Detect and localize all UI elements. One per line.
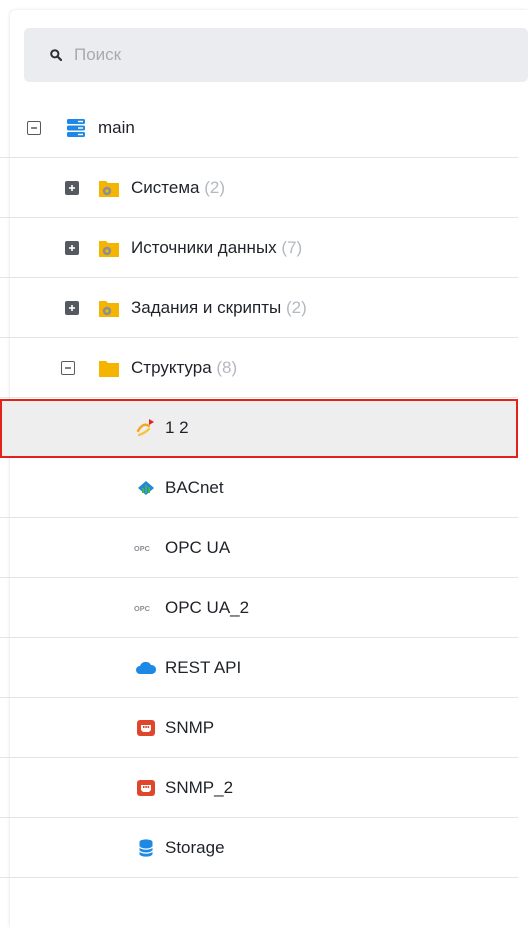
folder-gear-icon [98,237,120,259]
tree-node-label: SNMP [165,718,215,737]
tree-node-data-sources[interactable]: Источники данных (7) [0,219,518,278]
svg-text:OPC: OPC [134,604,151,613]
tree-node-label: Система [131,178,200,197]
tree-node-label: OPC UA [165,538,231,557]
folder-icon [98,357,120,379]
tree-node-label: 1 2 [165,418,189,437]
tree-node-label: REST API [165,658,242,677]
tree-item-storage[interactable]: Storage [0,819,518,878]
item-count: (2) [204,178,225,197]
tree-item-opc-ua-2[interactable]: OPC OPC UA_2 [0,579,518,638]
tree-item-opc-ua[interactable]: OPC OPC UA [0,519,518,578]
search-placeholder: Поиск [74,45,122,64]
expand-toggle[interactable] [65,241,79,255]
tree-node-structure[interactable]: Структура (8) [0,339,518,398]
item-count: (2) [285,298,307,317]
opc-icon: OPC [134,537,156,559]
tree-item-selected[interactable]: 1 2 [0,399,518,458]
server-stack-icon [65,117,87,139]
bacnet-icon [135,477,157,499]
tree-node-main[interactable]: main [0,99,518,158]
expand-toggle[interactable] [65,301,79,315]
tree-node-label: main [98,118,135,137]
snmp-icon [135,777,157,799]
database-icon [135,837,157,859]
search-icon [48,47,64,63]
tree-node-label: Источники данных [131,238,277,257]
tree-node-tasks-scripts[interactable]: Задания и скрипты (2) [0,279,518,338]
expand-toggle[interactable] [65,181,79,195]
tree-node-label: Задания и скрипты [131,298,282,317]
item-count: (8) [216,358,238,377]
opc-icon: OPC [134,597,156,619]
cloud-icon [135,657,157,679]
tree-item-snmp-2[interactable]: SNMP_2 [0,759,518,818]
tree-node-sistema[interactable]: Система (2) [0,159,518,218]
item-count: (7) [281,238,303,257]
tree-node-label: Storage [165,838,225,857]
folder-gear-icon [98,177,120,199]
snmp-icon [135,717,157,739]
tree-node-label: BACnet [165,478,224,497]
tree-node-label: SNMP_2 [165,778,234,797]
collapse-toggle[interactable] [61,361,75,375]
tree-item-bacnet[interactable]: BACnet [0,459,518,518]
collapse-toggle[interactable] [27,121,41,135]
tree-item-rest-api[interactable]: REST API [0,639,518,698]
search-field[interactable]: Поиск [24,28,528,82]
tree-item-snmp[interactable]: SNMP [0,699,518,758]
tree-node-label: OPC UA_2 [165,598,250,617]
folder-gear-icon [98,297,120,319]
svg-text:OPC: OPC [134,544,151,553]
transform-icon [135,417,157,439]
tree-node-label: Структура [131,358,212,377]
